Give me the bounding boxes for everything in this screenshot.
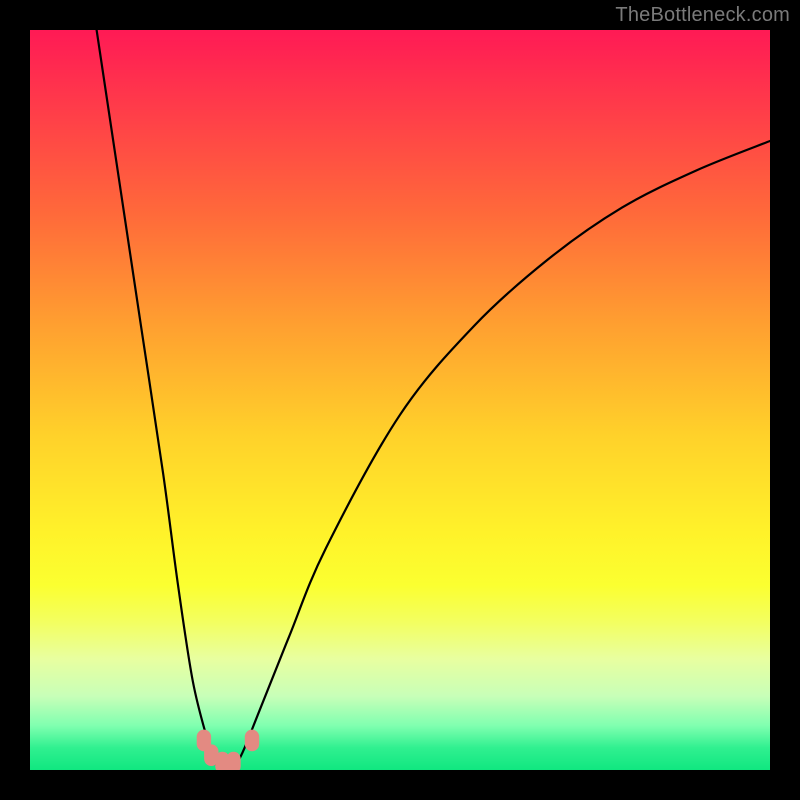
- curve-layer: [30, 30, 770, 770]
- watermark-text: TheBottleneck.com: [615, 4, 790, 27]
- config-point-marker: [245, 730, 259, 752]
- marker-group: [197, 730, 260, 770]
- chart-frame: TheBottleneck.com: [0, 0, 800, 800]
- plot-area: [30, 30, 770, 770]
- bottleneck-curve: [97, 30, 770, 770]
- config-point-marker: [226, 752, 240, 770]
